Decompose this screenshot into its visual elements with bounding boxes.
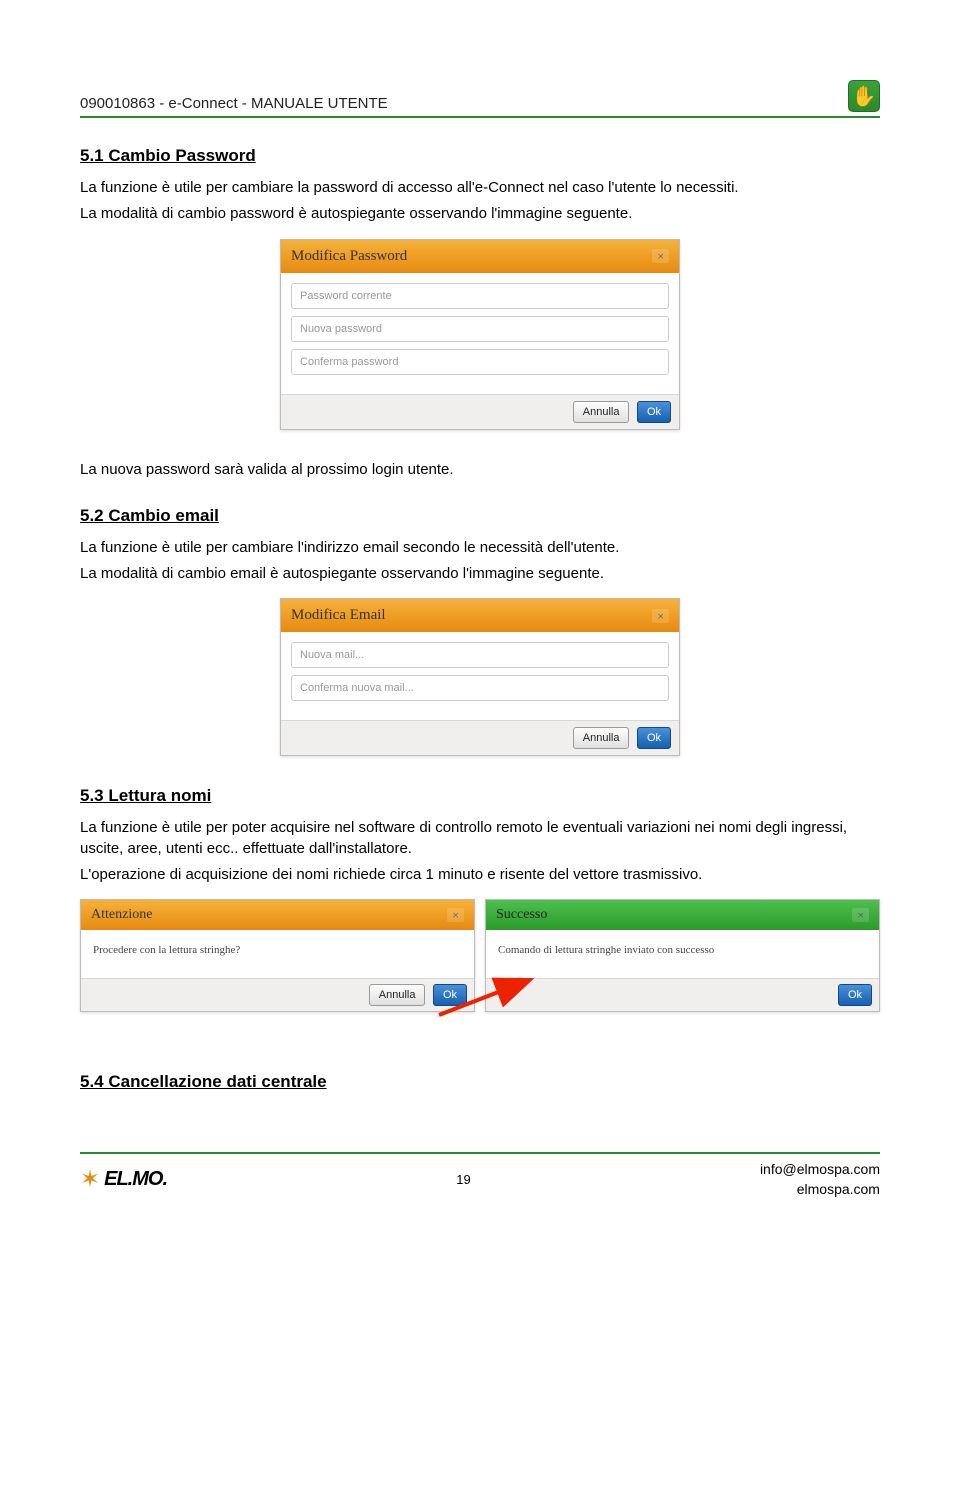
dialog-successo: Successo × Comando di lettura stringhe i…	[485, 899, 880, 1012]
dialog-title: Successo	[496, 907, 547, 923]
star-icon: ✶	[80, 1165, 100, 1194]
page-number: 19	[456, 1172, 470, 1187]
section-5-2-p1: La funzione è utile per cambiare l'indir…	[80, 538, 880, 558]
footer-email: info@elmospa.com	[760, 1160, 880, 1180]
hand-icon: ✋	[848, 80, 880, 112]
close-icon[interactable]: ×	[652, 609, 669, 623]
dialog-titlebar: Successo ×	[486, 900, 879, 930]
section-5-1-after: La nuova password sarà valida al prossim…	[80, 460, 880, 480]
dialog-title: Attenzione	[91, 907, 152, 923]
dialog-titlebar: Modifica Password ×	[281, 240, 679, 273]
cancel-button[interactable]: Annulla	[369, 984, 426, 1006]
ok-button[interactable]: Ok	[637, 401, 671, 423]
logo-text: EL.MO.	[104, 1168, 167, 1191]
footer-site: elmospa.com	[760, 1180, 880, 1200]
section-5-1-p2: La modalità di cambio password è autospi…	[80, 204, 880, 224]
new-password-input[interactable]	[291, 316, 669, 342]
cancel-button[interactable]: Annulla	[573, 727, 630, 749]
page-header: 090010863 - e-Connect - MANUALE UTENTE ✋	[80, 80, 880, 118]
section-5-3-heading: 5.3 Lettura nomi	[80, 786, 880, 806]
section-5-1-p1: La funzione è utile per cambiare la pass…	[80, 178, 880, 198]
dialog-title: Modifica Email	[291, 607, 386, 624]
dialog-titlebar: Modifica Email ×	[281, 599, 679, 632]
section-5-1-heading: 5.1 Cambio Password	[80, 146, 880, 166]
close-icon[interactable]: ×	[447, 908, 464, 922]
elmo-logo: ✶ EL.MO.	[80, 1165, 167, 1194]
close-icon[interactable]: ×	[652, 249, 669, 263]
dialog-modifica-email: Modifica Email × Annulla Ok	[280, 598, 680, 756]
ok-button[interactable]: Ok	[433, 984, 467, 1006]
section-5-2-p2: La modalità di cambio email è autospiega…	[80, 564, 880, 584]
dialog-titlebar: Attenzione ×	[81, 900, 474, 930]
section-5-3-p1: La funzione è utile per poter acquisire …	[80, 818, 880, 859]
dialog-message: Procedere con la lettura stringhe?	[81, 930, 474, 978]
confirm-password-input[interactable]	[291, 349, 669, 375]
dialog-attenzione: Attenzione × Procedere con la lettura st…	[80, 899, 475, 1012]
section-5-2-heading: 5.2 Cambio email	[80, 506, 880, 526]
ok-button[interactable]: Ok	[838, 984, 872, 1006]
cancel-button[interactable]: Annulla	[573, 401, 630, 423]
close-icon[interactable]: ×	[852, 908, 869, 922]
dialog-title: Modifica Password	[291, 248, 407, 265]
current-password-input[interactable]	[291, 283, 669, 309]
section-5-3-p2: L'operazione di acquisizione dei nomi ri…	[80, 865, 880, 885]
new-email-input[interactable]	[291, 642, 669, 668]
dialog-modifica-password: Modifica Password × Annulla Ok	[280, 239, 680, 430]
confirm-email-input[interactable]	[291, 675, 669, 701]
ok-button[interactable]: Ok	[637, 727, 671, 749]
page-footer: ✶ EL.MO. 19 info@elmospa.com elmospa.com	[80, 1160, 880, 1199]
dialog-message: Comando di lettura stringhe inviato con …	[486, 930, 879, 978]
header-title: 090010863 - e-Connect - MANUALE UTENTE	[80, 95, 388, 112]
section-5-4-heading: 5.4 Cancellazione dati centrale	[80, 1072, 880, 1092]
